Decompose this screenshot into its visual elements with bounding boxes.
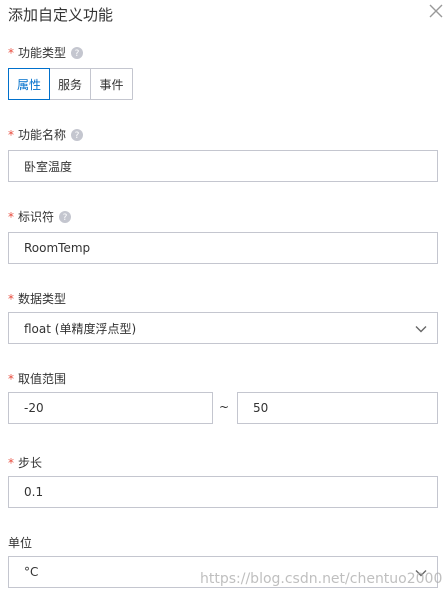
unit-selected-value: °C bbox=[24, 565, 39, 579]
function-name-label: * 功能名称 ? bbox=[8, 127, 84, 143]
data-type-select[interactable]: float (单精度浮点型) bbox=[8, 312, 438, 344]
svg-text:?: ? bbox=[75, 131, 80, 141]
step-input[interactable]: 0.1 bbox=[8, 476, 438, 508]
value-range-max-input[interactable]: 50 bbox=[237, 392, 438, 424]
range-separator: ~ bbox=[219, 400, 230, 414]
function-type-event-button[interactable]: 事件 bbox=[91, 69, 132, 99]
required-mark: * bbox=[8, 46, 14, 60]
function-type-label: * 功能类型 ? bbox=[8, 45, 84, 61]
function-name-input[interactable]: 卧室温度 bbox=[8, 150, 438, 182]
help-icon[interactable]: ? bbox=[71, 47, 84, 59]
value-range-label-text: 取值范围 bbox=[18, 372, 67, 386]
step-label: * 步长 bbox=[8, 455, 42, 471]
required-mark: * bbox=[8, 210, 14, 224]
function-name-label-text: 功能名称 bbox=[18, 128, 67, 142]
data-type-label: * 数据类型 bbox=[8, 291, 66, 307]
add-custom-function-dialog: 添加自定义功能 * 功能类型 ? 属性 服务 事件 * 功能名称 ? 卧室温度 … bbox=[0, 0, 447, 600]
required-mark: * bbox=[8, 292, 14, 306]
required-mark: * bbox=[8, 128, 14, 142]
function-type-property-button[interactable]: 属性 bbox=[8, 68, 50, 100]
data-type-label-text: 数据类型 bbox=[18, 292, 67, 306]
help-icon[interactable]: ? bbox=[59, 211, 72, 223]
unit-label-text: 单位 bbox=[8, 536, 33, 550]
identifier-label: * 标识符 ? bbox=[8, 209, 72, 225]
watermark: https://blog.csdn.net/chentuo2000 bbox=[200, 571, 443, 587]
value-range-label: * 取值范围 bbox=[8, 371, 66, 387]
function-type-service-button[interactable]: 服务 bbox=[50, 69, 91, 99]
dialog-title: 添加自定义功能 bbox=[8, 6, 114, 24]
step-label-text: 步长 bbox=[18, 456, 43, 470]
help-icon[interactable]: ? bbox=[71, 129, 84, 141]
svg-text:?: ? bbox=[63, 213, 68, 223]
value-range-min-input[interactable]: -20 bbox=[8, 392, 213, 424]
unit-label: 单位 bbox=[8, 535, 32, 551]
identifier-input[interactable]: RoomTemp bbox=[8, 232, 438, 264]
svg-text:?: ? bbox=[75, 49, 80, 59]
required-mark: * bbox=[8, 372, 14, 386]
function-type-segmented: 属性 服务 事件 bbox=[8, 68, 133, 100]
function-type-label-text: 功能类型 bbox=[18, 46, 67, 60]
required-mark: * bbox=[8, 456, 14, 470]
identifier-label-text: 标识符 bbox=[18, 210, 55, 224]
data-type-selected-value: float (单精度浮点型) bbox=[24, 321, 137, 336]
chevron-down-icon bbox=[415, 326, 427, 333]
close-icon[interactable] bbox=[429, 4, 443, 18]
